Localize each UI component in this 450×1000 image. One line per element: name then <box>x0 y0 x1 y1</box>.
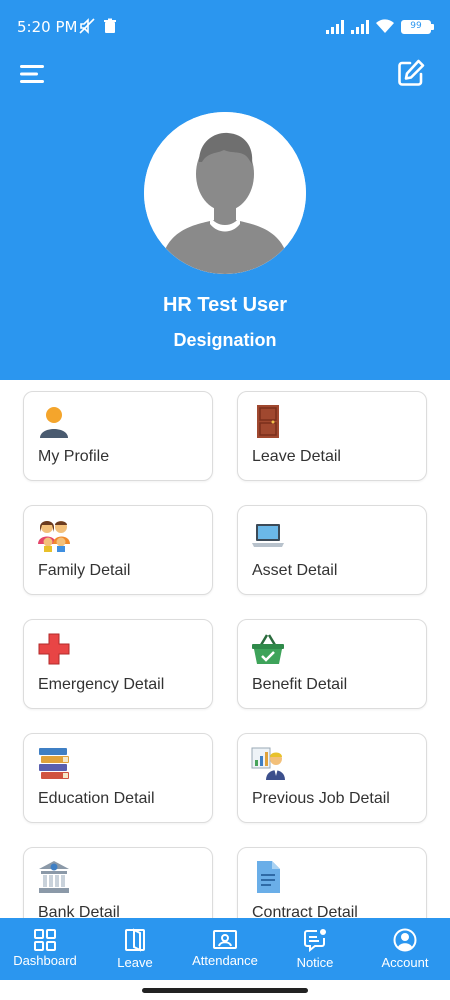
red-cross-icon <box>38 633 70 665</box>
nav-leave[interactable]: Leave <box>90 918 180 980</box>
signal-icon <box>326 20 344 34</box>
avatar[interactable] <box>144 112 306 274</box>
status-time: 5:20 PM <box>17 18 78 36</box>
nav-account[interactable]: Account <box>360 918 450 980</box>
tile-label: Education Detail <box>38 790 155 807</box>
nav-label: Attendance <box>192 953 258 968</box>
battery-icon: 99 <box>401 20 431 34</box>
mute-icon <box>79 18 95 34</box>
leave-door-icon <box>125 928 145 952</box>
tile-asset-detail[interactable]: Asset Detail <box>237 505 427 595</box>
presenter-icon <box>251 747 285 780</box>
nav-label: Dashboard <box>13 953 77 968</box>
basket-icon <box>252 634 284 664</box>
screen: 5:20 PM 99 HR Test User Designation My P… <box>0 0 450 1000</box>
tile-my-profile[interactable]: My Profile <box>23 391 213 481</box>
nav-attendance[interactable]: Attendance <box>180 918 270 980</box>
tile-benefit-detail[interactable]: Benefit Detail <box>237 619 427 709</box>
tile-label: Benefit Detail <box>252 676 348 693</box>
document-icon <box>257 861 280 893</box>
tile-label: Bank Detail <box>38 904 120 918</box>
hamburger-menu-icon[interactable] <box>18 60 46 88</box>
person-icon <box>40 407 68 438</box>
trash-icon <box>104 18 116 33</box>
tile-label: Asset Detail <box>252 562 338 579</box>
wifi-icon <box>376 19 394 33</box>
tile-label: Contract Detail <box>252 904 358 918</box>
attendance-icon <box>213 930 237 949</box>
tile-family-detail[interactable]: Family Detail <box>23 505 213 595</box>
door-icon <box>257 405 279 438</box>
bottom-nav: Dashboard Leave Attendance Notice Accoun… <box>0 918 450 980</box>
tile-education-detail[interactable]: Education Detail <box>23 733 213 823</box>
status-bar: 5:20 PM 99 <box>0 0 450 50</box>
tile-label: Emergency Detail <box>38 676 165 693</box>
home-indicator[interactable] <box>142 988 308 993</box>
battery-tip <box>431 24 434 30</box>
books-icon <box>39 748 69 779</box>
edit-icon[interactable] <box>396 58 426 88</box>
nav-label: Leave <box>117 955 153 970</box>
bank-icon <box>39 861 69 893</box>
nav-dashboard[interactable]: Dashboard <box>0 918 90 980</box>
family-icon <box>38 521 70 552</box>
tile-label: Previous Job Detail <box>252 790 390 807</box>
notice-icon <box>304 929 326 952</box>
nav-notice[interactable]: Notice <box>270 918 360 980</box>
tile-bank-detail[interactable]: Bank Detail <box>23 847 213 918</box>
user-designation: Designation <box>173 330 277 350</box>
default-avatar-icon <box>144 112 306 274</box>
user-name: HR Test User <box>162 294 288 316</box>
tile-label: My Profile <box>38 448 110 465</box>
nav-label: Notice <box>296 955 334 970</box>
tile-leave-detail[interactable]: Leave Detail <box>237 391 427 481</box>
dashboard-icon <box>34 929 56 951</box>
tile-emergency-detail[interactable]: Emergency Detail <box>23 619 213 709</box>
profile-header: 5:20 PM 99 HR Test User Designation <box>0 0 450 380</box>
tile-label: Family Detail <box>38 562 131 579</box>
nav-label: Account <box>381 955 429 970</box>
tile-label: Leave Detail <box>252 448 341 465</box>
tile-previous-job-detail[interactable]: Previous Job Detail <box>237 733 427 823</box>
menu-grid: My Profile Leave Detail Family Detail As… <box>0 380 450 918</box>
account-icon <box>393 928 417 952</box>
tile-contract-detail[interactable]: Contract Detail <box>237 847 427 918</box>
signal-icon <box>351 20 369 34</box>
laptop-icon <box>252 524 284 547</box>
